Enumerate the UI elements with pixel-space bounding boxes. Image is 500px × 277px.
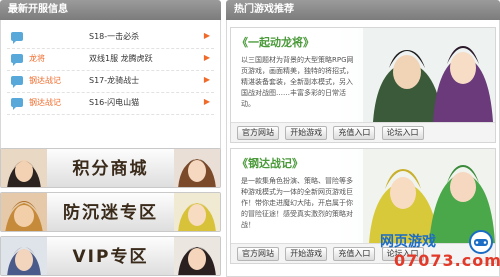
banner-label: 防沉迷专区 (63, 203, 158, 223)
game-title[interactable]: 《一起动龙将》 (237, 34, 314, 50)
arrow-right-icon: ▶ (203, 31, 210, 40)
recommend-title: 热门游戏推荐 (226, 0, 500, 20)
start-game-button[interactable]: 开始游戏 (285, 247, 328, 261)
game-card-body: 《一起动龙将》 以三国题材为背景的大型策略RPG网页游戏，画面精美，独特的将招式… (231, 28, 495, 122)
arrow-right-icon: ▶ (203, 75, 210, 84)
official-site-button[interactable]: 官方网站 (237, 247, 279, 261)
server-name[interactable]: 双线1服 龙腾虎跃 (89, 53, 153, 64)
game-art-icon (363, 28, 495, 122)
server-game-name[interactable]: 龙将 (29, 53, 45, 64)
chat-bubble-icon (11, 98, 23, 110)
banner-label: VIP专区 (72, 247, 149, 267)
server-game-name[interactable]: 钢达战记 (29, 97, 61, 108)
server-row[interactable]: 钢达战记 S16-闪电山猫 ▶ (7, 93, 214, 115)
vip-zone-banner[interactable]: VIP专区 (0, 236, 221, 276)
recharge-button[interactable]: 充值入口 (333, 247, 376, 261)
server-game-name[interactable]: 钢达战记 (29, 75, 61, 86)
recharge-button[interactable]: 充值入口 (333, 126, 376, 140)
game-description: 是一款集角色扮演、策略、冒险等多种游戏模式为一体的全新网页游戏巨作！带你走进魔幻… (241, 177, 353, 229)
forum-button[interactable]: 论坛入口 (381, 126, 424, 140)
arrow-right-icon: ▶ (203, 97, 210, 106)
character-portrait-icon (1, 193, 47, 231)
start-game-button[interactable]: 开始游戏 (285, 126, 328, 140)
left-column: 最新开服信息 S18-一击必杀 ▶ 龙将 双线1服 龙腾虎跃 ▶ 钢达战记 S1… (0, 0, 221, 277)
game-description: 以三国题材为背景的大型策略RPG网页游戏，画面精美，独特的将招式，精湛装备套装，… (241, 56, 354, 108)
server-name[interactable]: S18-一击必杀 (89, 31, 139, 42)
game-card: 《一起动龙将》 以三国题材为背景的大型策略RPG网页游戏，画面精美，独特的将招式… (230, 27, 496, 143)
server-name[interactable]: S16-闪电山猫 (89, 97, 139, 108)
official-site-button[interactable]: 官方网站 (237, 126, 279, 140)
chat-bubble-icon (11, 76, 23, 88)
chat-bubble-icon (11, 32, 23, 44)
watermark-url: 07073.com (394, 251, 500, 270)
points-mall-banner[interactable]: 积分商城 (0, 148, 221, 188)
character-portrait-icon (174, 149, 220, 187)
site-watermark: 网页游戏 07073.com (374, 229, 500, 275)
server-row[interactable]: 龙将 双线1服 龙腾虎跃 ▶ (7, 49, 214, 71)
character-portrait-icon (1, 149, 47, 187)
banner-label: 积分商城 (72, 159, 149, 179)
latest-servers-title: 最新开服信息 (0, 0, 221, 20)
anti-addiction-banner[interactable]: 防沉迷专区 (0, 192, 221, 232)
character-portrait-icon (174, 193, 220, 231)
character-portrait-icon (1, 237, 47, 275)
arrow-right-icon: ▶ (203, 53, 210, 62)
watermark-text: 网页游戏 (380, 234, 436, 250)
game-card-actions: 官方网站 开始游戏 充值入口 论坛入口 (231, 122, 495, 142)
chat-bubble-icon (11, 54, 23, 66)
latest-servers-list: S18-一击必杀 ▶ 龙将 双线1服 龙腾虎跃 ▶ 钢达战记 S17-龙骑战士 … (0, 20, 221, 150)
server-row[interactable]: S18-一击必杀 ▶ (7, 27, 214, 49)
game-title[interactable]: 《钢达战记》 (237, 155, 303, 171)
character-portrait-icon (174, 237, 220, 275)
server-row[interactable]: 钢达战记 S17-龙骑战士 ▶ (7, 71, 214, 93)
server-name[interactable]: S17-龙骑战士 (89, 75, 139, 86)
